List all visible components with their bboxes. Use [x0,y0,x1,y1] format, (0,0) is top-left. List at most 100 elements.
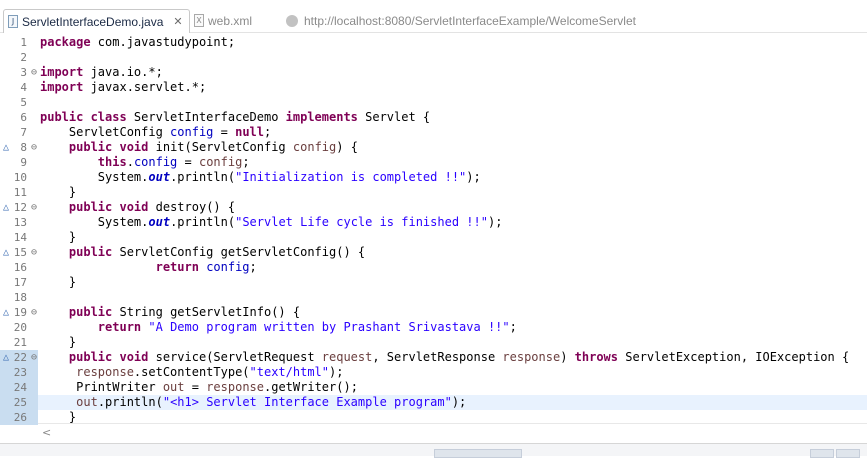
tab-servletinterfacedemo-java[interactable]: J ServletInterfaceDemo.java ✕ [3,9,190,33]
line-number: 9 [20,156,27,169]
tab-label: http://localhost:8080/ServletInterfaceEx… [304,13,636,28]
line-gutter: 1 [0,35,38,50]
code-line[interactable]: △ 15 ⊖ public ServletConfig getServletConf… [0,245,867,260]
code-line[interactable]: 13 System.out.println("Servlet Life cycl… [0,215,867,230]
fold-toggle-icon[interactable]: ⊖ [31,200,37,215]
line-gutter: 25 [0,395,38,410]
code-text: ServletConfig config = null; [40,125,271,140]
code-token: out [162,380,185,394]
override-marker-icon: △ [3,352,10,363]
line-number: 12 [13,201,27,214]
tab-web-xml[interactable]: X web.xml [194,9,252,32]
line-gutter: 20 [0,320,38,335]
code-text: } [40,230,76,245]
line-number: 1 [20,36,27,49]
code-token: ); [487,215,503,229]
editor-tab-bar: J ServletInterfaceDemo.java ✕ X web.xml … [0,0,867,33]
panel-button-block[interactable] [810,449,834,458]
xml-file-icon: X [194,14,204,27]
line-number: 21 [13,336,27,349]
code-token: out [148,215,171,229]
horizontal-scrollbar[interactable]: < [38,423,867,442]
code-line[interactable]: 10 System.out.println("Initialization is… [0,170,867,185]
tab-browser-url[interactable]: http://localhost:8080/ServletInterfaceEx… [286,9,636,32]
code-token: .println( [170,170,236,184]
code-line[interactable]: 1 package com.javastudypoint; [0,35,867,50]
fold-toggle-icon[interactable]: ⊖ [31,65,37,80]
code-token: , ServletResponse [372,350,503,364]
code-line[interactable]: 4 import javax.servlet.*; [0,80,867,95]
code-token: service(ServletRequest [148,350,322,364]
fold-toggle-icon[interactable]: ⊖ [31,305,37,320]
fold-toggle-icon[interactable]: ⊖ [31,140,37,155]
code-line[interactable]: 6 public class ServletInterfaceDemo imple… [0,110,867,125]
code-token: javax.servlet.*; [83,80,207,94]
code-line[interactable]: 20 return "A Demo program written by Pra… [0,320,867,335]
code-token: public [68,305,113,319]
code-line[interactable]: 14 } [0,230,867,245]
code-token: = [213,125,236,139]
scroll-left-arrow-icon[interactable]: < [42,426,51,439]
line-number: 14 [13,231,27,244]
line-gutter: △ 8 ⊖ [0,140,38,155]
code-line[interactable]: 9 this.config = config; [0,155,867,170]
code-token: ServletConfig getServletConfig() { [112,245,366,259]
close-icon[interactable]: ✕ [173,15,182,28]
code-token: "text/html" [249,365,329,379]
code-line[interactable]: 23 response.setContentType("text/html"); [0,365,867,380]
code-editor[interactable]: 1 package com.javastudypoint; 2 3 ⊖ import ja… [0,33,867,425]
line-gutter: △ 22 ⊖ [0,350,38,365]
code-token: "<h1> Servlet Interface Example program" [162,395,452,409]
code-token: String getServletInfo() { [112,305,301,319]
panel-button-block[interactable] [836,449,860,458]
code-text: public void service(ServletRequest reque… [40,350,849,365]
code-line[interactable]: △ 12 ⊖ public void destroy() { [0,200,867,215]
code-line[interactable]: △ 8 ⊖ public void init(ServletConfig confi… [0,140,867,155]
line-number: 3 [20,66,27,79]
code-token: .println( [97,395,163,409]
code-token: import [40,65,84,79]
code-line[interactable]: 18 [0,290,867,305]
code-line[interactable]: 2 [0,50,867,65]
code-line[interactable]: 7 ServletConfig config = null; [0,125,867,140]
code-line[interactable]: 21 } [0,335,867,350]
fold-toggle-icon[interactable]: ⊖ [31,350,37,365]
code-token: .println( [170,215,236,229]
code-line[interactable]: 25 out.println("<h1> Servlet Interface E… [0,395,867,410]
code-token: } [40,230,77,244]
code-token: ); [451,395,467,409]
code-token: config [198,155,243,169]
code-line[interactable]: 5 [0,95,867,110]
code-line[interactable]: 17 } [0,275,867,290]
code-text: package com.javastudypoint; [40,35,235,50]
code-line[interactable]: 16 return config; [0,260,867,275]
code-line[interactable]: 24 PrintWriter out = response.getWriter(… [0,380,867,395]
code-line[interactable]: △ 19 ⊖ public String getServletInfo() { [0,305,867,320]
line-gutter: 14 [0,230,38,245]
line-gutter: 4 [0,80,38,95]
line-number: 6 [20,111,27,124]
code-token: . [126,155,134,169]
code-token: ) [560,350,575,364]
code-token: destroy() { [148,200,236,214]
code-text: public void init(ServletConfig config) { [40,140,358,155]
code-token: request [321,350,373,364]
line-number: 10 [13,171,27,184]
line-number: 8 [20,141,27,154]
line-gutter: 5 [0,95,38,110]
code-token: .getWriter(); [264,380,358,394]
code-line[interactable]: 11 } [0,185,867,200]
code-line[interactable]: 3 ⊖ import java.io.*; [0,65,867,80]
line-gutter: 23 [0,365,38,380]
code-token: out [148,170,171,184]
line-number: 11 [13,186,27,199]
fold-toggle-icon[interactable]: ⊖ [31,245,37,260]
code-line[interactable]: △ 22 ⊖ public void service(ServletRequest … [0,350,867,365]
code-token: config [133,155,178,169]
line-number: 17 [13,276,27,289]
